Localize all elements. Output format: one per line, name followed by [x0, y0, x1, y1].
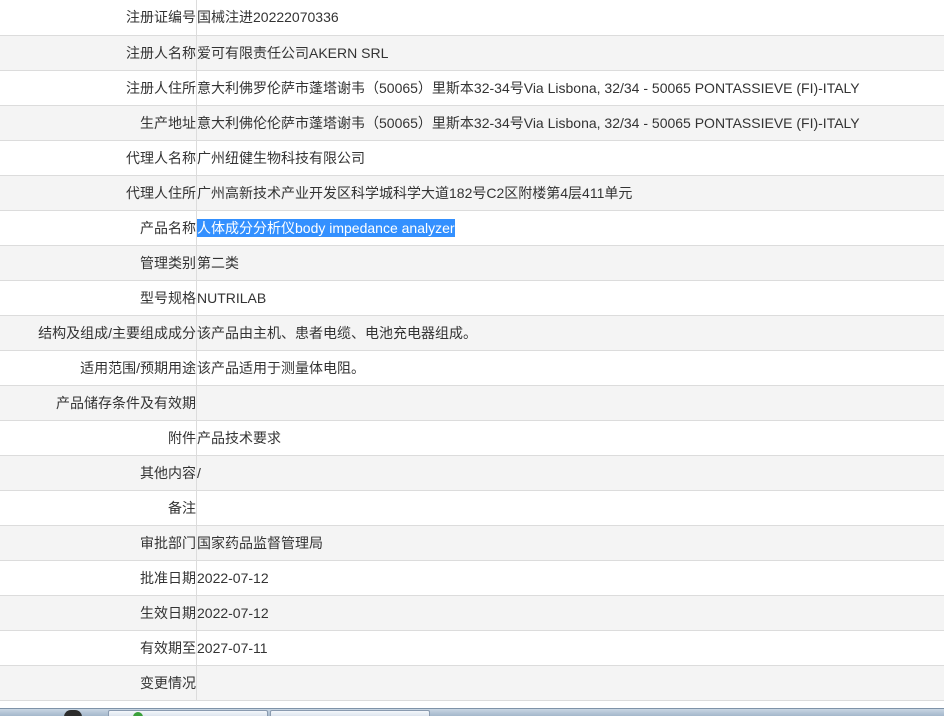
row-value: 意大利佛罗伦萨市蓬塔谢韦（50065）里斯本32-34号Via Lisbona,… [196, 70, 944, 106]
row-label: 管理类别 [0, 245, 197, 281]
table-row-attachment: 附件 产品技术要求 [0, 420, 944, 456]
start-button[interactable] [64, 710, 82, 716]
row-value [196, 385, 944, 421]
table-row-intended-use: 适用范围/预期用途 该产品适用于测量体电阻。 [0, 350, 944, 386]
row-label: 型号规格 [0, 280, 197, 316]
row-value: / [196, 455, 944, 491]
table-row-remarks: 备注 [0, 490, 944, 526]
row-label: 附件 [0, 420, 197, 456]
table-row-management-category: 管理类别 第二类 [0, 245, 944, 281]
row-value: 2027-07-11 [196, 630, 944, 666]
row-value: 国械注进20222070336 [196, 0, 944, 36]
table-row-effective-date: 生效日期 2022-07-12 [0, 595, 944, 631]
row-value: NUTRILAB [196, 280, 944, 316]
selected-product-name[interactable]: 人体成分分析仪body impedance analyzer [197, 218, 455, 237]
row-label: 其他内容 [0, 455, 197, 491]
taskbar-window-button[interactable] [270, 710, 430, 716]
table-row-registrant-name: 注册人名称 爱可有限责任公司AKERN SRL [0, 35, 944, 71]
row-label: 审批部门 [0, 525, 197, 561]
row-value: 产品技术要求 [196, 420, 944, 456]
row-label: 代理人名称 [0, 140, 197, 176]
table-row-product-name: 产品名称 人体成分分析仪body impedance analyzer [0, 210, 944, 246]
row-label: 备注 [0, 490, 197, 526]
row-value [196, 665, 944, 701]
taskbar-window-button[interactable] [108, 710, 268, 716]
table-row-storage-conditions: 产品储存条件及有效期 [0, 385, 944, 421]
row-label: 代理人住所 [0, 175, 197, 211]
row-value: 意大利佛伦伦萨市蓬塔谢韦（50065）里斯本32-34号Via Lisbona,… [196, 105, 944, 141]
row-label: 变更情况 [0, 665, 197, 701]
row-label: 适用范围/预期用途 [0, 350, 197, 386]
table-row-production-address: 生产地址 意大利佛伦伦萨市蓬塔谢韦（50065）里斯本32-34号Via Lis… [0, 105, 944, 141]
row-label: 生产地址 [0, 105, 197, 141]
row-value: 2022-07-12 [196, 595, 944, 631]
row-value: 广州高新技术产业开发区科学城科学大道182号C2区附楼第4层411单元 [196, 175, 944, 211]
row-value: 第二类 [196, 245, 944, 281]
table-row-change-history: 变更情况 [0, 665, 944, 701]
table-row-agent-name: 代理人名称 广州纽健生物科技有限公司 [0, 140, 944, 176]
row-value: 该产品由主机、患者电缆、电池充电器组成。 [196, 315, 944, 351]
table-row-registrant-address: 注册人住所 意大利佛罗伦萨市蓬塔谢韦（50065）里斯本32-34号Via Li… [0, 70, 944, 106]
row-label: 结构及组成/主要组成成分 [0, 315, 197, 351]
table-row-model-spec: 型号规格 NUTRILAB [0, 280, 944, 316]
table-row-approval-department: 审批部门 国家药品监督管理局 [0, 525, 944, 561]
row-label: 注册证编号 [0, 0, 197, 36]
row-label: 产品储存条件及有效期 [0, 385, 197, 421]
row-value [196, 490, 944, 526]
row-label: 产品名称 [0, 210, 197, 246]
row-value: 爱可有限责任公司AKERN SRL [196, 35, 944, 71]
row-label: 生效日期 [0, 595, 197, 631]
table-row-other-content: 其他内容 / [0, 455, 944, 491]
table-row-approval-date: 批准日期 2022-07-12 [0, 560, 944, 596]
browser-icon [133, 712, 143, 716]
row-value: 2022-07-12 [196, 560, 944, 596]
row-value[interactable]: 人体成分分析仪body impedance analyzer [196, 210, 944, 246]
table-row-agent-address: 代理人住所 广州高新技术产业开发区科学城科学大道182号C2区附楼第4层411单… [0, 175, 944, 211]
row-label: 批准日期 [0, 560, 197, 596]
table-row-structure-composition: 结构及组成/主要组成成分 该产品由主机、患者电缆、电池充电器组成。 [0, 315, 944, 351]
table-row-registration-number: 注册证编号 国械注进20222070336 [0, 0, 944, 36]
os-taskbar [0, 708, 944, 716]
row-label: 有效期至 [0, 630, 197, 666]
row-label: 注册人住所 [0, 70, 197, 106]
page: 注册证编号 国械注进20222070336 注册人名称 爱可有限责任公司AKER… [0, 0, 944, 716]
row-value: 广州纽健生物科技有限公司 [196, 140, 944, 176]
row-label: 注册人名称 [0, 35, 197, 71]
row-value: 该产品适用于测量体电阻。 [196, 350, 944, 386]
registration-detail-table: 注册证编号 国械注进20222070336 注册人名称 爱可有限责任公司AKER… [0, 0, 944, 701]
table-row-valid-until: 有效期至 2027-07-11 [0, 630, 944, 666]
row-value: 国家药品监督管理局 [196, 525, 944, 561]
